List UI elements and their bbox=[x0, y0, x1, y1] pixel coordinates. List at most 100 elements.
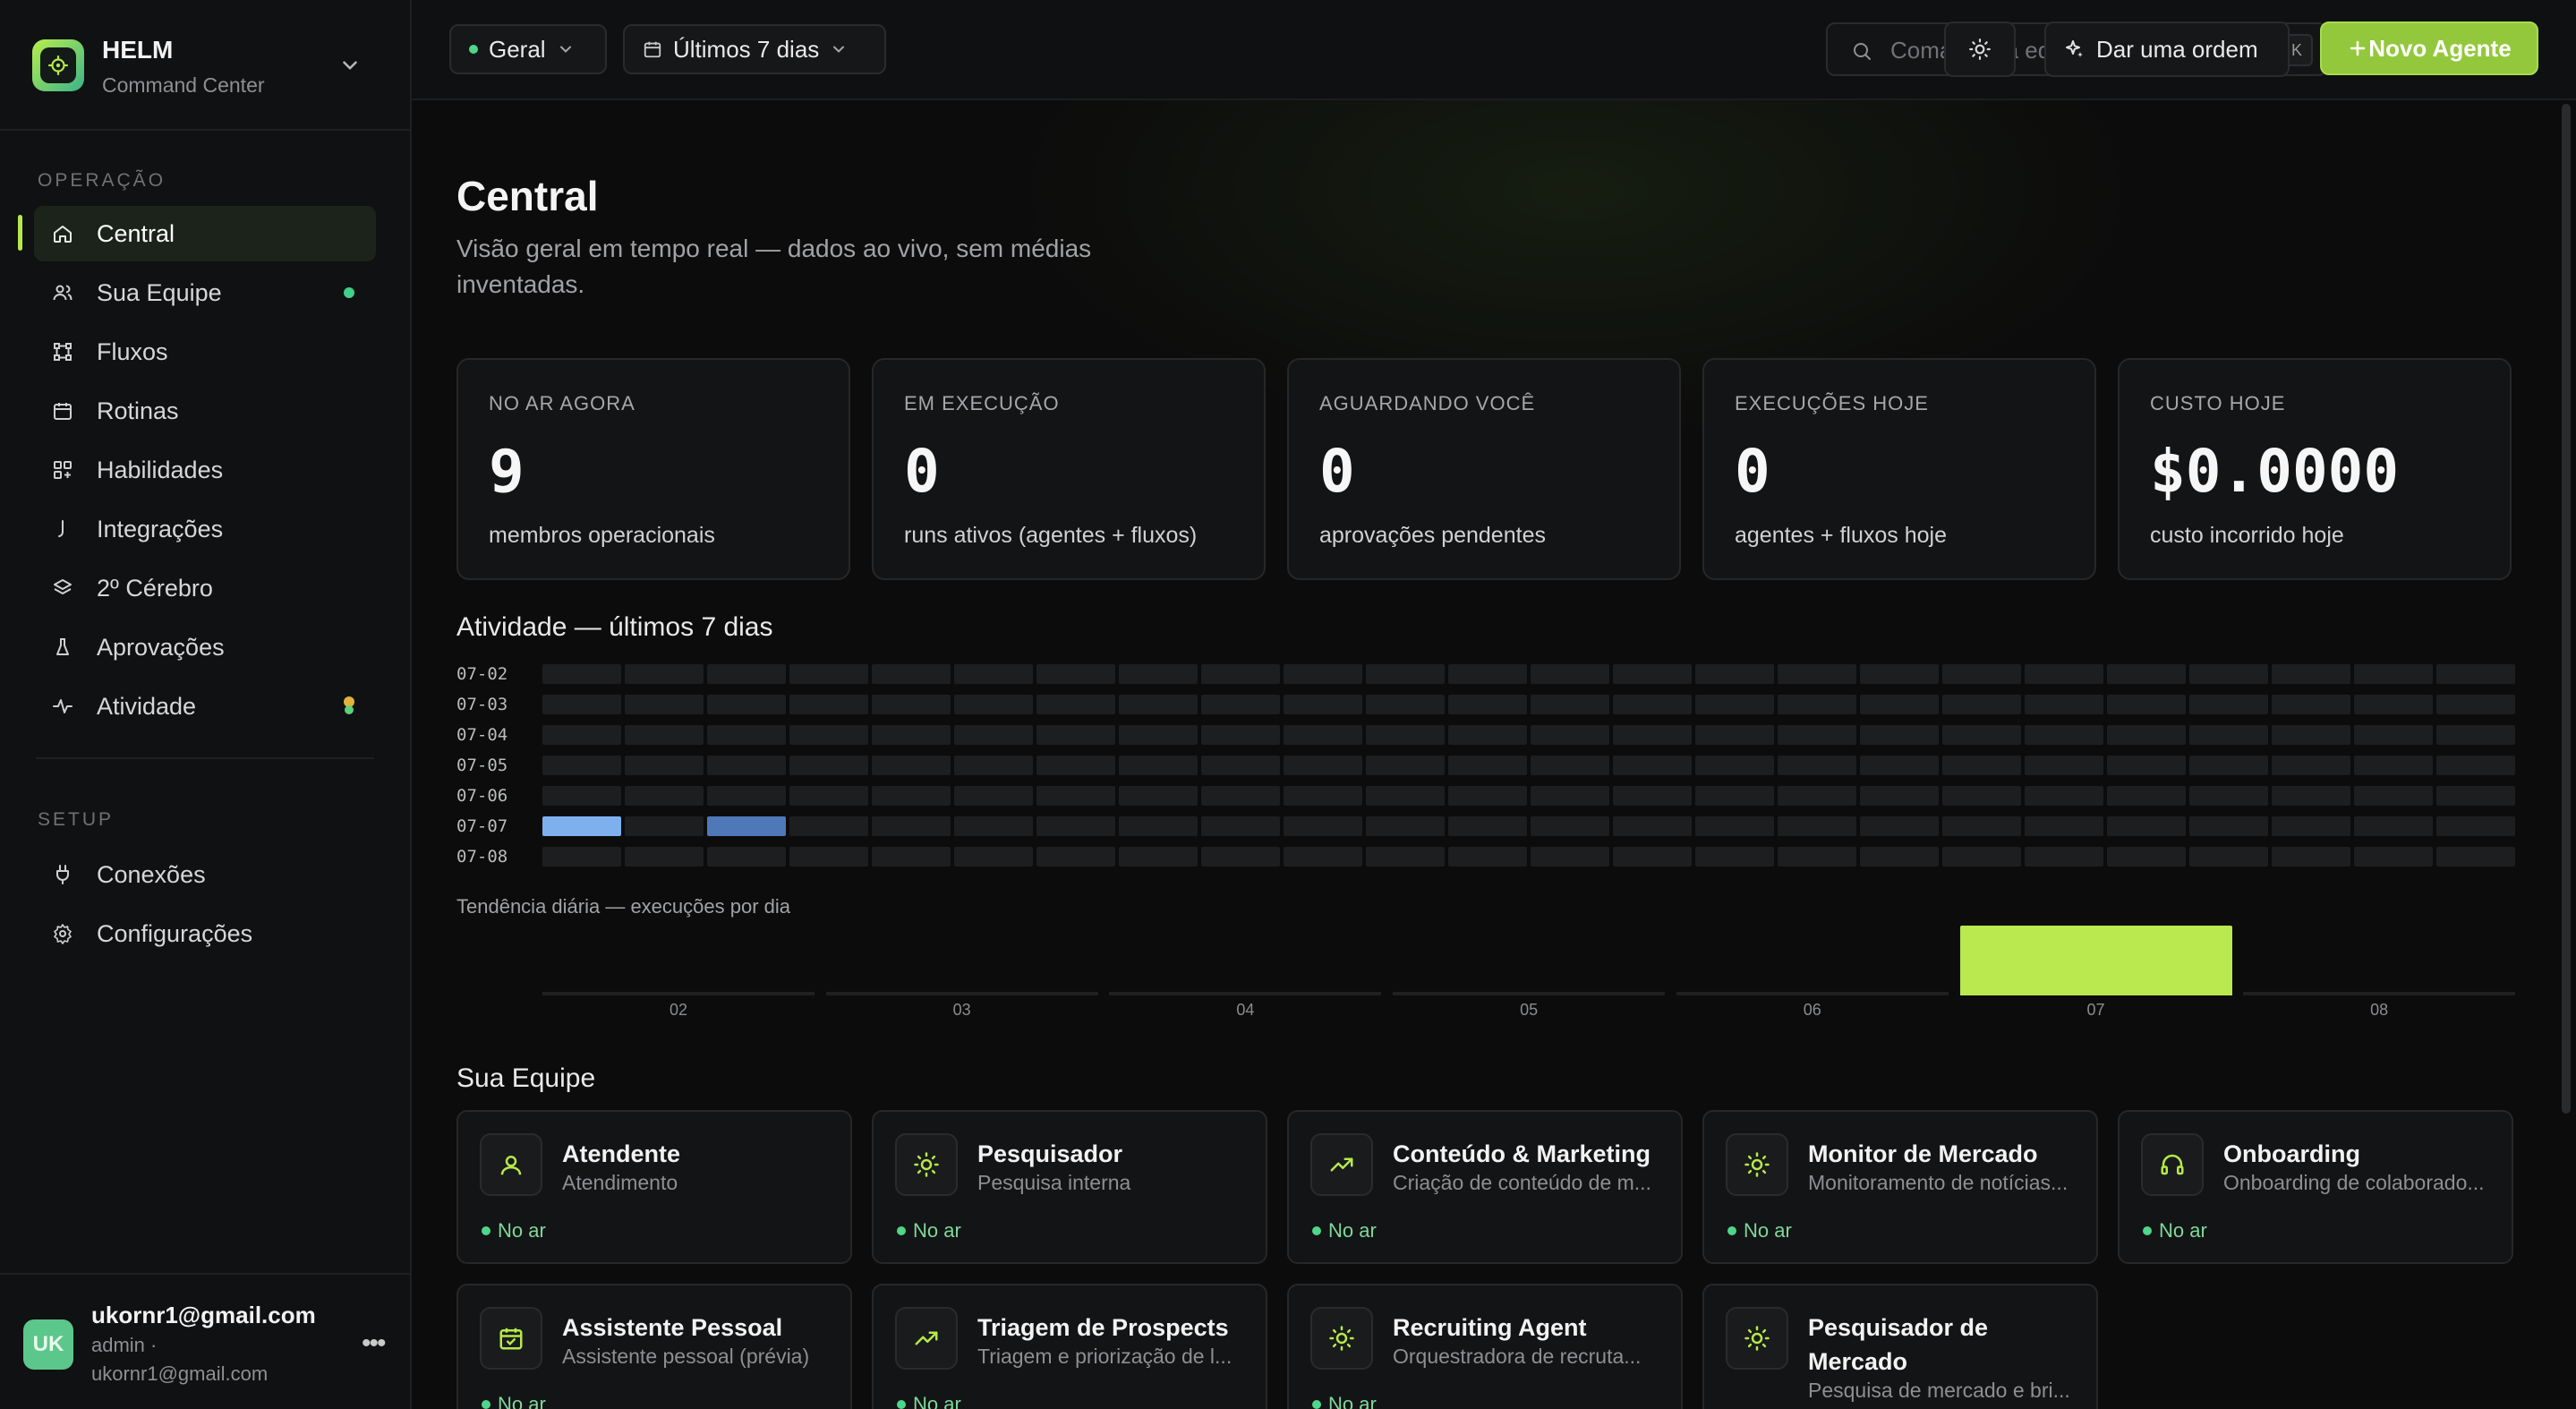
heatmap-cell[interactable] bbox=[2436, 756, 2515, 775]
heatmap-cell[interactable] bbox=[625, 847, 704, 867]
sidebar-item-conexoes[interactable]: Conexões bbox=[34, 847, 376, 902]
heatmap-cell[interactable] bbox=[2272, 816, 2350, 836]
heatmap-cell[interactable] bbox=[872, 756, 951, 775]
heatmap-cell[interactable] bbox=[2272, 725, 2350, 745]
sidebar-item-configuracoes[interactable]: Configurações bbox=[34, 906, 376, 961]
heatmap-cell[interactable] bbox=[1201, 816, 1280, 836]
heatmap-cell[interactable] bbox=[1119, 786, 1198, 806]
sidebar-item-aprovacoes[interactable]: Aprovações bbox=[34, 619, 376, 675]
heatmap-cell[interactable] bbox=[872, 695, 951, 714]
heatmap-cell[interactable] bbox=[2025, 725, 2103, 745]
heatmap-cell[interactable] bbox=[542, 816, 621, 836]
heatmap-cell[interactable] bbox=[1942, 816, 2021, 836]
heatmap-cell[interactable] bbox=[1036, 725, 1115, 745]
agent-card[interactable]: Pesquisador Pesquisa interna No ar bbox=[872, 1110, 1267, 1264]
heatmap-cell[interactable] bbox=[1942, 847, 2021, 867]
agent-card[interactable]: Atendente Atendimento No ar bbox=[456, 1110, 852, 1264]
heatmap-cell[interactable] bbox=[872, 725, 951, 745]
heatmap-cell[interactable] bbox=[1695, 786, 1774, 806]
heatmap-cell[interactable] bbox=[1778, 725, 1856, 745]
heatmap-cell[interactable] bbox=[1036, 756, 1115, 775]
heatmap-cell[interactable] bbox=[1942, 725, 2021, 745]
heatmap-cell[interactable] bbox=[2189, 786, 2268, 806]
heatmap-cell[interactable] bbox=[707, 664, 786, 684]
heatmap-cell[interactable] bbox=[954, 786, 1033, 806]
heatmap-cell[interactable] bbox=[1613, 816, 1692, 836]
heatmap-cell[interactable] bbox=[2025, 786, 2103, 806]
heatmap-cell[interactable] bbox=[1036, 847, 1115, 867]
trend-bar-07[interactable] bbox=[1959, 926, 2232, 995]
heatmap-cell[interactable] bbox=[2272, 695, 2350, 714]
heatmap-cell[interactable] bbox=[1366, 816, 1445, 836]
heatmap-cell[interactable] bbox=[1531, 725, 1609, 745]
heatmap-cell[interactable] bbox=[707, 695, 786, 714]
heatmap-cell[interactable] bbox=[1531, 786, 1609, 806]
heatmap-cell[interactable] bbox=[1036, 695, 1115, 714]
heatmap-cell[interactable] bbox=[1860, 695, 1939, 714]
heatmap-cell[interactable] bbox=[2436, 725, 2515, 745]
heatmap-cell[interactable] bbox=[789, 816, 868, 836]
heatmap-cell[interactable] bbox=[954, 756, 1033, 775]
sidebar-item-integracoes[interactable]: Integrações bbox=[34, 501, 376, 557]
heatmap-cell[interactable] bbox=[2272, 786, 2350, 806]
heatmap-cell[interactable] bbox=[1284, 786, 1362, 806]
heatmap-cell[interactable] bbox=[1366, 786, 1445, 806]
heatmap-cell[interactable] bbox=[2354, 756, 2433, 775]
heatmap-cell[interactable] bbox=[2354, 664, 2433, 684]
agent-card[interactable]: Triagem de Prospects Triagem e priorizaçã… bbox=[872, 1284, 1267, 1409]
heatmap-cell[interactable] bbox=[625, 725, 704, 745]
theme-toggle[interactable] bbox=[1944, 21, 2016, 77]
heatmap-cell[interactable] bbox=[1448, 664, 1527, 684]
heatmap-cell[interactable] bbox=[2354, 725, 2433, 745]
heatmap-cell[interactable] bbox=[2107, 816, 2186, 836]
heatmap-cell[interactable] bbox=[789, 786, 868, 806]
heatmap-cell[interactable] bbox=[1695, 816, 1774, 836]
heatmap-cell[interactable] bbox=[1531, 664, 1609, 684]
heatmap-cell[interactable] bbox=[1613, 664, 1692, 684]
heatmap-cell[interactable] bbox=[1201, 664, 1280, 684]
heatmap-cell[interactable] bbox=[1860, 847, 1939, 867]
heatmap-cell[interactable] bbox=[2354, 786, 2433, 806]
heatmap-cell[interactable] bbox=[1284, 664, 1362, 684]
heatmap-cell[interactable] bbox=[1201, 756, 1280, 775]
heatmap-cell[interactable] bbox=[1860, 816, 1939, 836]
heatmap-cell[interactable] bbox=[2107, 695, 2186, 714]
more-options-icon[interactable]: ••• bbox=[362, 1328, 386, 1359]
sidebar-item-central[interactable]: Central bbox=[34, 206, 376, 261]
heatmap-cell[interactable] bbox=[1448, 756, 1527, 775]
heatmap-cell[interactable] bbox=[1860, 786, 1939, 806]
heatmap-cell[interactable] bbox=[1284, 725, 1362, 745]
heatmap-cell[interactable] bbox=[2189, 725, 2268, 745]
heatmap-cell[interactable] bbox=[1201, 786, 1280, 806]
user-profile[interactable]: UK ukornr1@gmail.com admin · ukornr1@gma… bbox=[0, 1273, 410, 1409]
new-agent-button[interactable]: Novo Agente bbox=[2320, 21, 2538, 75]
heatmap-cell[interactable] bbox=[2189, 756, 2268, 775]
heatmap-cell[interactable] bbox=[542, 756, 621, 775]
heatmap-cell[interactable] bbox=[1860, 664, 1939, 684]
heatmap-cell[interactable] bbox=[1860, 756, 1939, 775]
agent-card[interactable]: Recruiting Agent Orquestradora de recruta… bbox=[1287, 1284, 1683, 1409]
heatmap-cell[interactable] bbox=[789, 695, 868, 714]
heatmap-cell[interactable] bbox=[1531, 847, 1609, 867]
heatmap-cell[interactable] bbox=[1036, 664, 1115, 684]
agent-card[interactable]: Pesquisador de Mercado Pesquisa de mercad… bbox=[1702, 1284, 2098, 1409]
heatmap-cell[interactable] bbox=[707, 756, 786, 775]
heatmap-cell[interactable] bbox=[1531, 695, 1609, 714]
heatmap-cell[interactable] bbox=[789, 725, 868, 745]
heatmap-cell[interactable] bbox=[1284, 695, 1362, 714]
heatmap-cell[interactable] bbox=[2272, 756, 2350, 775]
heatmap-cell[interactable] bbox=[1613, 847, 1692, 867]
heatmap-cell[interactable] bbox=[1613, 756, 1692, 775]
heatmap-cell[interactable] bbox=[1366, 756, 1445, 775]
heatmap-cell[interactable] bbox=[789, 664, 868, 684]
heatmap-cell[interactable] bbox=[1448, 847, 1527, 867]
heatmap-cell[interactable] bbox=[789, 847, 868, 867]
give-order-button[interactable]: Dar uma ordem bbox=[2044, 21, 2290, 77]
heatmap-cell[interactable] bbox=[1695, 847, 1774, 867]
heatmap-cell[interactable] bbox=[1284, 756, 1362, 775]
heatmap-cell[interactable] bbox=[2189, 695, 2268, 714]
heatmap-cell[interactable] bbox=[2189, 847, 2268, 867]
heatmap-cell[interactable] bbox=[2189, 664, 2268, 684]
heatmap-cell[interactable] bbox=[2025, 664, 2103, 684]
heatmap-cell[interactable] bbox=[2436, 847, 2515, 867]
